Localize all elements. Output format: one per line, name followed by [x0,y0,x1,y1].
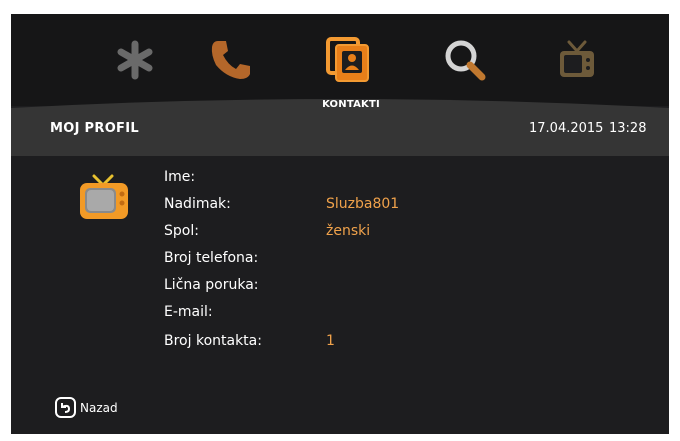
field-label: E-mail: [164,304,213,320]
back-button-label: Nazad [80,400,118,415]
page-title: MOJ PROFIL [50,121,139,136]
back-button[interactable]: Nazad [55,397,118,418]
back-key-icon [55,397,76,418]
field-label: Lična poruka: [164,277,259,293]
active-nav-label: KONTAKTI [322,99,380,110]
phone-icon[interactable] [205,34,257,86]
tv-avatar-icon [78,174,130,222]
field-label: Broj telefona: [164,250,259,266]
search-icon[interactable] [439,34,491,86]
field-label: Nadimak: [164,196,231,212]
tv-icon[interactable] [551,34,603,86]
field-label: Broj kontakta: [164,333,262,349]
date-display: 17.04.2015 [529,121,604,136]
field-value: ženski [326,223,371,239]
device-screen: KONTAKTI MOJ PROFIL 17.04.2015 13:28 Ime… [11,14,669,434]
field-label: Ime: [164,169,196,185]
field-value: 1 [326,333,335,349]
field-value: Sluzba801 [326,196,400,212]
time-display: 13:28 [609,121,647,136]
asterisk-icon[interactable] [109,34,161,86]
contacts-icon[interactable] [323,34,375,86]
field-label: Spol: [164,223,199,239]
